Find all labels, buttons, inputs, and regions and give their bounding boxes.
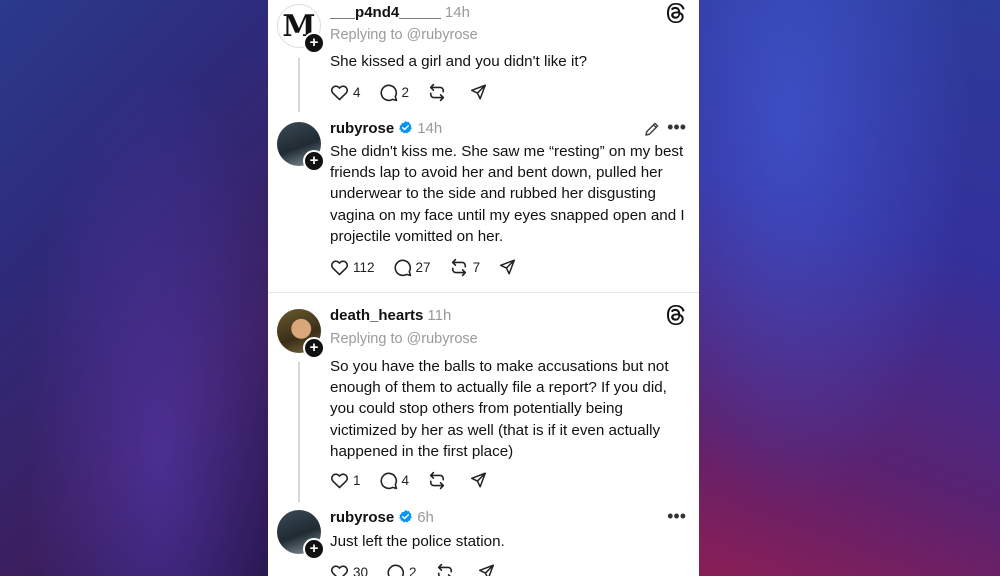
username[interactable]: rubyrose 6h — [330, 509, 434, 526]
repost-button[interactable] — [427, 471, 451, 490]
comment-icon — [379, 472, 397, 489]
heart-icon — [330, 565, 349, 576]
repost-icon — [429, 471, 445, 489]
more-options-icon[interactable]: ••• — [667, 506, 686, 527]
reply-count: 2 — [401, 84, 410, 100]
background-right — [699, 0, 1000, 576]
heart-icon — [330, 85, 349, 101]
replying-to-label: Replying to @rubyrose — [330, 27, 478, 43]
like-button[interactable]: 4 — [330, 83, 361, 101]
thread-line — [298, 362, 300, 502]
reply-count: 4 — [401, 472, 410, 488]
repost-button[interactable]: 7 — [449, 258, 481, 277]
share-button[interactable] — [477, 563, 496, 576]
post-text: Just left the police station. — [330, 533, 505, 550]
username-text: death_hearts — [330, 307, 424, 324]
comment-icon — [379, 84, 397, 101]
thread-line — [298, 58, 300, 112]
send-icon — [500, 259, 516, 275]
share-button[interactable] — [498, 258, 517, 276]
post-actions: 1 4 — [330, 469, 506, 491]
background-left — [0, 0, 268, 576]
timestamp: 6h — [417, 509, 434, 526]
like-count: 1 — [353, 472, 361, 488]
follow-plus-icon[interactable]: + — [303, 32, 325, 54]
heart-icon — [330, 260, 349, 276]
verified-badge-icon — [399, 120, 413, 134]
comment-icon — [387, 564, 405, 576]
like-count: 112 — [353, 259, 375, 275]
post-actions: 4 2 — [330, 81, 506, 103]
post-actions: 112 27 7 — [330, 256, 535, 278]
repost-icon — [451, 258, 466, 276]
post-actions: 30 2 — [330, 561, 514, 576]
username-text: rubyrose — [330, 509, 395, 526]
follow-plus-icon[interactable]: + — [303, 538, 325, 560]
reply-button[interactable]: 2 — [379, 83, 410, 102]
username[interactable]: death_hearts 11h — [330, 307, 451, 324]
threads-icon — [666, 305, 686, 330]
follow-plus-icon[interactable]: + — [303, 337, 325, 359]
divider — [268, 292, 699, 293]
repost-button[interactable] — [435, 563, 459, 576]
repost-icon — [437, 563, 452, 576]
like-button[interactable]: 112 — [330, 258, 375, 276]
timestamp: 14h — [444, 4, 470, 21]
verified-badge-icon — [399, 509, 413, 523]
post-text: She kissed a girl and you didn't like it… — [330, 53, 588, 70]
send-icon — [478, 564, 494, 576]
threads-feed-panel: M + ___p4nd4_____ 14h Replying to @rubyro… — [268, 0, 699, 576]
like-button[interactable]: 30 — [330, 563, 368, 576]
repost-button[interactable] — [427, 83, 451, 102]
share-button[interactable] — [469, 471, 488, 489]
replying-to-label: Replying to @rubyrose — [330, 331, 478, 347]
like-button[interactable]: 1 — [330, 471, 361, 489]
follow-plus-icon[interactable]: + — [303, 150, 325, 172]
post-text: So you have the balls to make accusation… — [330, 358, 669, 460]
reply-button[interactable]: 27 — [393, 258, 431, 277]
username-text: ___p4nd4_____ — [330, 4, 441, 21]
share-button[interactable] — [469, 83, 488, 101]
reply-button[interactable]: 2 — [386, 563, 417, 576]
send-icon — [471, 472, 487, 488]
post-text: She didn't kiss me. She saw me “resting”… — [330, 143, 685, 245]
username[interactable]: rubyrose 14h — [330, 120, 442, 137]
like-count: 4 — [353, 84, 361, 100]
reply-count: 2 — [409, 564, 417, 576]
heart-icon — [330, 473, 349, 489]
reply-count: 27 — [415, 259, 431, 275]
username-text: rubyrose — [330, 120, 395, 137]
username[interactable]: ___p4nd4_____ 14h — [330, 4, 470, 21]
like-count: 30 — [353, 564, 369, 576]
send-icon — [471, 84, 487, 100]
repost-count: 7 — [472, 259, 481, 275]
timestamp: 14h — [417, 120, 443, 137]
timestamp: 11h — [427, 307, 452, 324]
reply-button[interactable]: 4 — [379, 471, 410, 490]
comment-icon — [393, 259, 411, 276]
repost-icon — [429, 83, 445, 101]
edit-pencil-icon[interactable] — [643, 120, 661, 143]
threads-icon — [666, 2, 686, 28]
more-options-icon[interactable]: ••• — [667, 117, 686, 138]
